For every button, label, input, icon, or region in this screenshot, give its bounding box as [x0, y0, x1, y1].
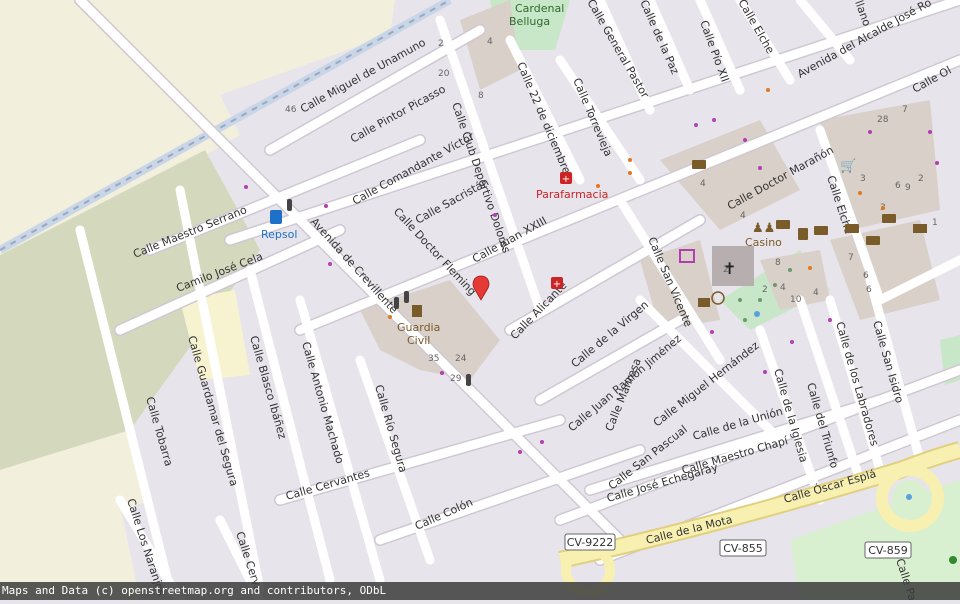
traffic-signal-icon — [404, 291, 409, 303]
svg-text:🛒: 🛒 — [840, 158, 856, 174]
house-number: 2 — [438, 39, 444, 49]
svg-text:Parafarmacia: Parafarmacia — [536, 188, 608, 201]
traffic-signal-icon — [394, 297, 399, 309]
svg-text:Cardenal: Cardenal — [515, 2, 564, 15]
bank-icon — [776, 220, 790, 229]
svg-text:Belluga: Belluga — [509, 15, 550, 28]
house-number: 24 — [455, 354, 467, 364]
fountain-icon — [754, 311, 760, 317]
house-number: 4 — [740, 211, 746, 221]
house-number: 29 — [450, 374, 462, 384]
bank-icon — [866, 236, 880, 245]
house-number: 8 — [775, 258, 781, 268]
road-shield-cv855: CV-855 — [719, 539, 767, 557]
house-number: 35 — [428, 354, 439, 364]
map-canvas[interactable]: CV-9222 CV-855 CV-859 Calle Miguel de Un… — [0, 0, 960, 604]
house-number: 7 — [902, 105, 908, 115]
house-number: 3 — [860, 174, 866, 184]
house-number: 28 — [877, 115, 889, 125]
road-shield-cv859: CV-859 — [864, 541, 912, 559]
traffic-signal-icon — [466, 374, 471, 386]
svg-text:+: + — [553, 279, 561, 290]
church-icon: ✝ — [723, 259, 736, 278]
svg-text:+: + — [562, 174, 570, 185]
bank-icon — [845, 224, 859, 233]
road-shield-cv9222: CV-9222 — [564, 533, 616, 551]
house-number: 2 — [918, 174, 924, 184]
tree-icon — [949, 556, 957, 564]
church[interactable]: ✝ — [723, 259, 736, 278]
house-number: 4 — [487, 37, 493, 47]
police-icon — [412, 305, 422, 317]
house-number: 7 — [848, 253, 854, 263]
svg-text:CV-9222: CV-9222 — [567, 536, 614, 549]
traffic-signal-icon — [287, 199, 292, 211]
bank-icon — [882, 214, 896, 223]
house-number: 2 — [762, 285, 768, 295]
bank-icon — [692, 160, 706, 169]
house-number: 46 — [285, 105, 297, 115]
house-number: 8 — [478, 91, 484, 101]
svg-text:Repsol: Repsol — [261, 228, 297, 241]
theatre-icon: ♟♟ — [752, 221, 775, 236]
house-number: 4 — [813, 288, 819, 298]
house-number: 10 — [790, 295, 802, 305]
bank-icon — [698, 298, 710, 307]
house-number: 4 — [780, 283, 786, 293]
svg-text:CV-855: CV-855 — [723, 542, 763, 555]
house-number: 6 — [895, 181, 901, 191]
house-number: 20 — [438, 69, 450, 79]
svg-text:Civil: Civil — [407, 334, 430, 347]
house-number: 6 — [866, 285, 872, 295]
fuel-icon — [270, 210, 282, 224]
bank-icon — [798, 228, 808, 240]
svg-text:Casino: Casino — [745, 236, 782, 249]
svg-text:Guardia: Guardia — [397, 321, 440, 334]
mail-icon — [913, 224, 927, 233]
poi-pharmacy-alicante[interactable]: + — [551, 277, 563, 290]
house-number: 4 — [700, 179, 706, 189]
map-attribution: Maps and Data (c) openstreetmap.org and … — [0, 582, 960, 600]
attribution-text: Maps and Data (c) openstreetmap.org and … — [2, 584, 387, 597]
svg-text:CV-859: CV-859 — [868, 544, 908, 557]
house-number: 6 — [863, 271, 869, 281]
map-svg[interactable]: CV-9222 CV-855 CV-859 Calle Miguel de Un… — [0, 0, 960, 604]
bank-icon — [814, 226, 828, 235]
house-number: 1 — [932, 218, 938, 228]
fountain-icon — [906, 494, 912, 500]
house-number: 9 — [905, 183, 911, 193]
shop-icon: 🛒 — [840, 158, 856, 174]
